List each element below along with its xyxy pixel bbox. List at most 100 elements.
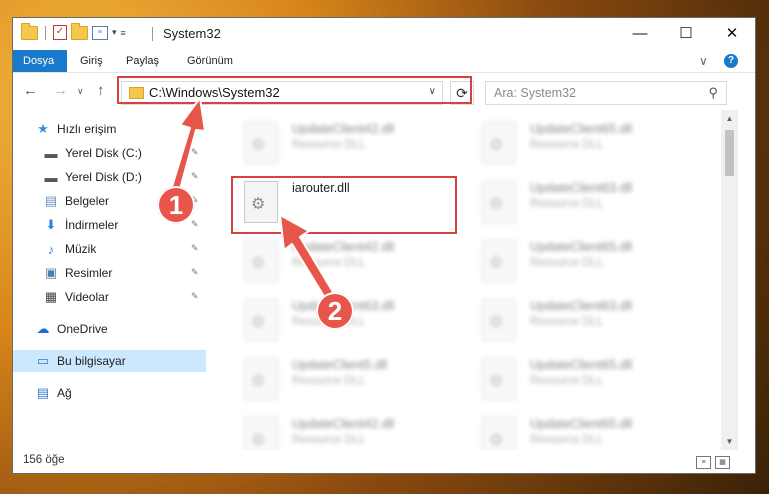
file-item[interactable]: UpdateClient65.dll Resource DLL — [472, 234, 702, 286]
file-type: Resource DLL — [530, 257, 604, 269]
sidebar-item-label: İndirmeler — [65, 218, 119, 232]
scroll-thumb[interactable] — [725, 130, 734, 176]
back-button[interactable]: ← — [23, 82, 38, 99]
forward-button[interactable]: → — [53, 82, 68, 99]
file-item[interactable]: UpdateClient63.dll Resource DLL — [472, 175, 702, 227]
dll-file-icon — [244, 358, 278, 400]
large-icons-view-icon[interactable]: ▦ — [715, 456, 730, 469]
pin-icon[interactable]: ✎ — [191, 171, 199, 182]
dll-file-icon — [244, 122, 278, 164]
tab-paylas[interactable]: Paylaş — [116, 50, 169, 72]
file-explorer-window: ✓ ≡ ▾ ≡ System32 — ☐ ✕ Dosya Giriş Payla… — [13, 18, 755, 473]
sidebar-item-label: Belgeler — [65, 194, 110, 208]
downloads-icon: ⬇ — [45, 217, 57, 232]
toolbar-dropdown-icon[interactable]: ≡ — [121, 28, 126, 38]
sidebar-item[interactable]: ▬ Yerel Disk (C:) ✎ — [13, 142, 206, 164]
file-name: UpdateClient42.dll — [292, 122, 395, 136]
maximize-button[interactable]: ☐ — [663, 18, 709, 50]
title-bar: ✓ ≡ ▾ ≡ System32 — ☐ ✕ — [13, 18, 755, 50]
file-name: UpdateClient63.dll — [530, 181, 633, 195]
tab-giris[interactable]: Giriş — [70, 50, 113, 72]
file-item[interactable]: UpdateClient65.dll Resource DLL — [472, 352, 702, 404]
file-item[interactable]: UpdateClient65.dll Resource DLL — [472, 116, 702, 168]
sidebar-item-label: Resimler — [65, 266, 113, 280]
file-item[interactable]: UpdateClient63.dll Resource DLL — [472, 293, 702, 345]
sidebar-item-label: Yerel Disk (C:) — [65, 146, 142, 160]
dll-file-icon — [482, 181, 516, 223]
file-item[interactable]: UpdateClient42.dll Resource DLL — [234, 234, 464, 286]
dll-file-icon — [482, 122, 516, 164]
drive-icon: ▬ — [44, 169, 58, 185]
title-divider — [152, 27, 153, 41]
dll-file-icon — [244, 240, 278, 282]
file-name: UpdateClient65.dll — [530, 240, 633, 254]
properties-icon[interactable]: ≡ — [92, 25, 108, 40]
pin-icon[interactable]: ✎ — [191, 219, 199, 230]
help-icon[interactable]: ? — [724, 54, 738, 68]
details-view-icon[interactable]: ≡ — [696, 456, 711, 469]
tab-gorunum[interactable]: Görünüm — [177, 50, 243, 72]
recent-locations-button[interactable]: ∨ — [77, 86, 84, 97]
window-title: System32 — [163, 26, 221, 41]
file-type: Resource DLL — [292, 139, 366, 151]
search-input[interactable]: Ara: System32 ⚲ — [485, 81, 727, 105]
sidebar-item[interactable]: ▣ Resimler ✎ — [13, 262, 206, 284]
scroll-down-icon[interactable]: ▼ — [721, 433, 738, 450]
sidebar-item[interactable]: ★ Hızlı erişim — [13, 118, 206, 140]
sidebar-item[interactable]: ▭ Bu bilgisayar — [13, 350, 206, 372]
file-type: Resource DLL — [292, 375, 366, 387]
sidebar-item-label: Müzik — [65, 242, 97, 256]
file-item[interactable]: UpdateClient5.dll Resource DLL — [234, 352, 464, 404]
customize-dropdown-icon[interactable]: ▾ — [112, 27, 117, 38]
properties-check-icon[interactable]: ✓ — [53, 25, 67, 40]
star-icon: ★ — [37, 121, 49, 136]
file-name: UpdateClient5.dll — [292, 358, 388, 372]
expand-ribbon-button[interactable]: ∨ — [699, 50, 708, 72]
step-1-badge: 1 — [157, 186, 195, 224]
pictures-icon: ▣ — [44, 265, 58, 280]
sidebar-item[interactable]: ▤ Ağ — [13, 382, 206, 404]
sidebar-item-label: Bu bilgisayar — [57, 354, 126, 368]
file-type: Resource DLL — [530, 139, 604, 151]
cloud-icon: ☁ — [36, 321, 50, 336]
sidebar-item[interactable]: ▦ Videolar ✎ — [13, 286, 206, 308]
file-name: UpdateClient63.dll — [530, 299, 633, 313]
sidebar-item[interactable]: ☁ OneDrive — [13, 318, 206, 340]
computer-icon: ▭ — [36, 353, 50, 368]
dll-file-icon — [244, 299, 278, 341]
file-name: UpdateClient65.dll — [530, 417, 633, 431]
sidebar-item-label: Ağ — [57, 386, 72, 400]
file-name: UpdateClient42.dll — [292, 240, 395, 254]
sidebar-item-label: Yerel Disk (D:) — [65, 170, 142, 184]
sidebar-item[interactable]: ▬ Yerel Disk (D:) ✎ — [13, 166, 206, 188]
dll-file-icon — [482, 358, 516, 400]
step-2-badge: 2 — [316, 292, 354, 330]
pin-icon[interactable]: ✎ — [191, 291, 199, 302]
search-placeholder: Ara: System32 — [494, 86, 576, 100]
minimize-button[interactable]: — — [617, 18, 663, 50]
vertical-scrollbar[interactable]: ▲ ▼ — [721, 110, 738, 450]
videos-icon: ▦ — [44, 289, 58, 304]
file-highlight-box — [231, 176, 457, 234]
file-type: Resource DLL — [530, 434, 604, 446]
up-button[interactable]: ↑ — [97, 82, 105, 99]
scroll-up-icon[interactable]: ▲ — [721, 110, 738, 127]
pin-icon[interactable]: ✎ — [191, 267, 199, 278]
new-folder-icon[interactable] — [71, 22, 88, 40]
pin-icon[interactable]: ✎ — [191, 243, 199, 254]
file-type: Resource DLL — [530, 375, 604, 387]
search-icon[interactable]: ⚲ — [708, 85, 718, 101]
file-type: Resource DLL — [530, 316, 604, 328]
network-icon: ▤ — [36, 385, 50, 400]
sidebar-item[interactable]: ♪ Müzik ✎ — [13, 238, 206, 260]
close-button[interactable]: ✕ — [709, 18, 755, 50]
folder-icon — [21, 22, 38, 40]
quick-access-toolbar: ✓ ≡ ▾ ≡ — [21, 22, 126, 40]
tab-dosya[interactable]: Dosya — [13, 50, 67, 72]
file-item[interactable]: UpdateClient42.dll Resource DLL — [234, 116, 464, 168]
sidebar-item-label: Hızlı erişim — [57, 122, 117, 136]
pin-icon[interactable]: ✎ — [191, 147, 199, 158]
sidebar-item-label: Videolar — [65, 290, 109, 304]
dll-file-icon — [482, 240, 516, 282]
navigation-pane: ★ Hızlı erişim ▬ Yerel Disk (C:) ✎ ▬ Yerel Dis… — [13, 110, 206, 450]
